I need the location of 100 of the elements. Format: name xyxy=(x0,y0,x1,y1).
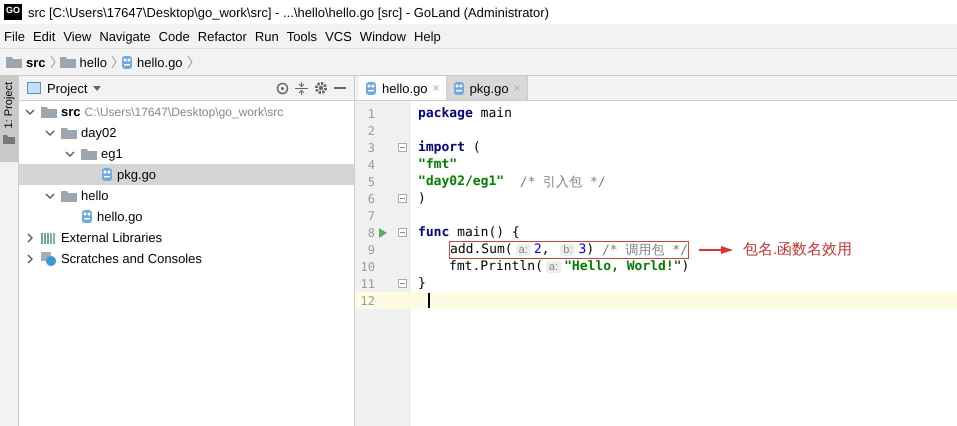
menu-item[interactable]: Edit xyxy=(28,28,60,44)
code-token: /* 引入包 */ xyxy=(518,174,606,190)
code-token: 3 xyxy=(578,242,586,257)
tree-item-label: hello.go xyxy=(97,209,143,224)
gopher-file-icon xyxy=(101,167,113,182)
parameter-hint: a: xyxy=(546,260,562,272)
menu-item[interactable]: View xyxy=(59,28,96,44)
tree-item[interactable]: hello xyxy=(19,185,354,206)
target-icon[interactable] xyxy=(276,82,289,94)
folder-icon xyxy=(81,148,97,160)
caret-icon[interactable] xyxy=(93,86,102,90)
breadcrumb-item[interactable]: hello.go xyxy=(137,54,183,70)
code-token: ( xyxy=(472,140,481,155)
scratches-icon xyxy=(41,252,57,266)
code-token: /* 调用包 */ xyxy=(602,242,688,258)
line-number: 12 xyxy=(360,294,375,308)
menu-item[interactable]: File xyxy=(0,28,29,44)
tree-item[interactable]: eg1 xyxy=(19,143,354,164)
code-token: main xyxy=(480,106,512,121)
gopher-file-icon xyxy=(81,209,93,224)
line-number: 11 xyxy=(360,276,375,290)
line-number: 5 xyxy=(366,174,375,188)
code-token: "fmt" xyxy=(418,157,458,172)
menu-item[interactable]: Window xyxy=(356,28,410,44)
code-token: ) xyxy=(682,259,690,274)
chevron-right-icon[interactable] xyxy=(25,232,35,242)
code-token: add.Sum( xyxy=(450,242,513,257)
line-number: 6 xyxy=(366,192,375,206)
tree-item[interactable]: src C:\Users\17647\Desktop\go_work\src xyxy=(19,101,354,122)
code-token: , xyxy=(542,242,550,257)
menu-item[interactable]: Run xyxy=(250,28,283,44)
editor-tab[interactable]: hello.go × xyxy=(359,76,447,100)
text-cursor xyxy=(428,293,430,308)
code-token: ) xyxy=(586,242,596,257)
gopher-file-icon xyxy=(365,80,377,96)
tree-item[interactable]: Scratches and Consoles xyxy=(19,248,354,269)
line-number: 4 xyxy=(366,158,375,172)
fold-icon[interactable] xyxy=(398,194,407,203)
code-token: 2 xyxy=(534,242,542,257)
folder-icon xyxy=(6,56,22,68)
side-tab[interactable]: 1: Project xyxy=(0,76,18,162)
breadcrumb-item[interactable]: src xyxy=(26,54,46,70)
gopher-file-icon xyxy=(452,80,465,96)
window-icon xyxy=(27,82,41,94)
run-icon[interactable] xyxy=(379,228,387,238)
tree-item-label: day02 xyxy=(81,125,116,140)
chevron-down-icon[interactable] xyxy=(25,106,35,116)
tree-item[interactable]: pkg.go xyxy=(19,164,354,185)
fold-icon[interactable] xyxy=(398,143,407,152)
tree-item-label: hello xyxy=(81,188,108,203)
chevron-down-icon[interactable] xyxy=(65,148,75,158)
settings-icon[interactable] xyxy=(314,81,328,95)
parameter-hint: b: xyxy=(560,244,576,256)
menu-item[interactable]: VCS xyxy=(321,28,356,44)
menu-item[interactable]: Tools xyxy=(282,28,322,44)
code-token: "day02/eg1" xyxy=(418,174,504,189)
folder-icon xyxy=(61,190,77,202)
chevron-down-icon[interactable] xyxy=(45,190,55,200)
annotation-text: 包名.函数名效用 xyxy=(742,240,852,259)
line-number: 8 xyxy=(366,226,375,240)
line-number: 9 xyxy=(366,242,375,256)
tree-item[interactable]: hello.go xyxy=(19,206,354,227)
chevron-right-icon[interactable] xyxy=(25,254,35,264)
tree-item-label: External Libraries xyxy=(61,230,162,245)
code-token: } xyxy=(418,276,426,291)
folder-icon xyxy=(41,106,57,118)
chevron-right-icon xyxy=(50,55,56,69)
menu-item[interactable]: Help xyxy=(410,28,445,44)
code-token: ) xyxy=(418,191,426,206)
chevron-right-icon xyxy=(111,55,117,69)
panel-title[interactable]: Project xyxy=(47,80,88,96)
tree-item[interactable]: External Libraries xyxy=(19,227,354,248)
breadcrumb-item[interactable]: hello xyxy=(80,54,107,70)
tree-item-label: eg1 xyxy=(101,146,123,161)
code-token: main() { xyxy=(456,225,520,240)
tree-item[interactable]: day02 xyxy=(19,122,354,143)
parameter-hint: a: xyxy=(516,244,531,256)
gopher-file-icon xyxy=(121,54,133,70)
menu-item[interactable]: Code xyxy=(154,28,194,44)
tree-item-label: pkg.go xyxy=(117,167,156,182)
menu-item[interactable]: Refactor xyxy=(194,28,251,44)
line-number: 1 xyxy=(366,106,375,120)
folder-icon xyxy=(61,126,77,138)
editor-tab[interactable]: pkg.go × xyxy=(446,76,528,100)
chevron-down-icon[interactable] xyxy=(45,128,55,138)
window-title: src [C:\Users\17647\Desktop\go_work\src] - ...\hello\hello.go [src] - GoLand (Administrator) xyxy=(28,4,549,20)
collapse-icon[interactable] xyxy=(295,82,308,94)
code-token: package xyxy=(418,106,473,121)
code-token: fmt.Println( xyxy=(449,259,543,274)
fold-icon[interactable] xyxy=(398,279,407,288)
arrow-icon xyxy=(698,246,733,254)
code-token: "Hello, World!" xyxy=(564,259,682,274)
fold-icon[interactable] xyxy=(398,228,407,237)
tree-item-label: src xyxy=(61,104,81,119)
line-number: 3 xyxy=(366,140,375,154)
line-number: 2 xyxy=(366,124,375,138)
menu-item[interactable]: Navigate xyxy=(95,28,155,44)
line-number: 7 xyxy=(366,208,375,222)
code-token: import xyxy=(418,140,465,155)
tree-item-label: Scratches and Consoles xyxy=(61,251,202,266)
